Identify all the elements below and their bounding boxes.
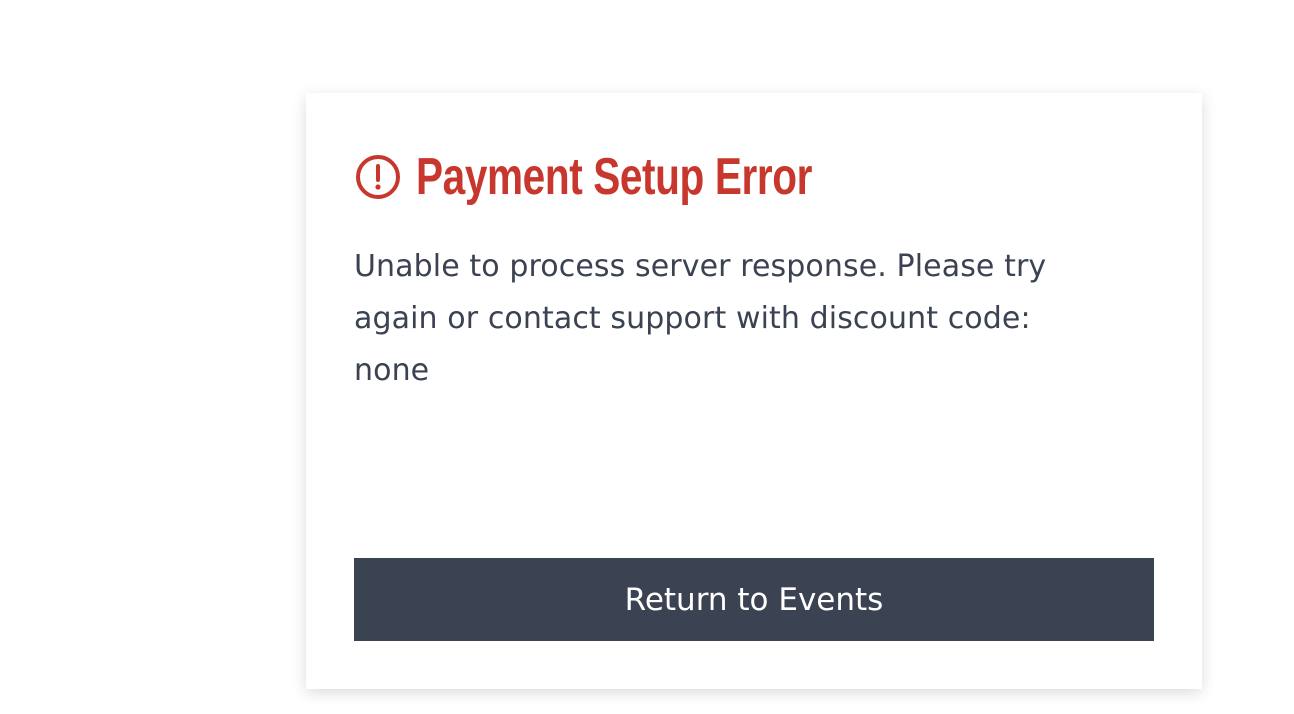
error-title: Payment Setup Error (416, 148, 813, 206)
alert-circle-icon (354, 153, 402, 201)
error-card: Payment Setup Error Unable to process se… (306, 93, 1202, 689)
error-header: Payment Setup Error (354, 145, 924, 209)
error-message: Unable to process server response. Pleas… (354, 249, 1047, 388)
return-to-events-button[interactable]: Return to Events (354, 558, 1154, 641)
